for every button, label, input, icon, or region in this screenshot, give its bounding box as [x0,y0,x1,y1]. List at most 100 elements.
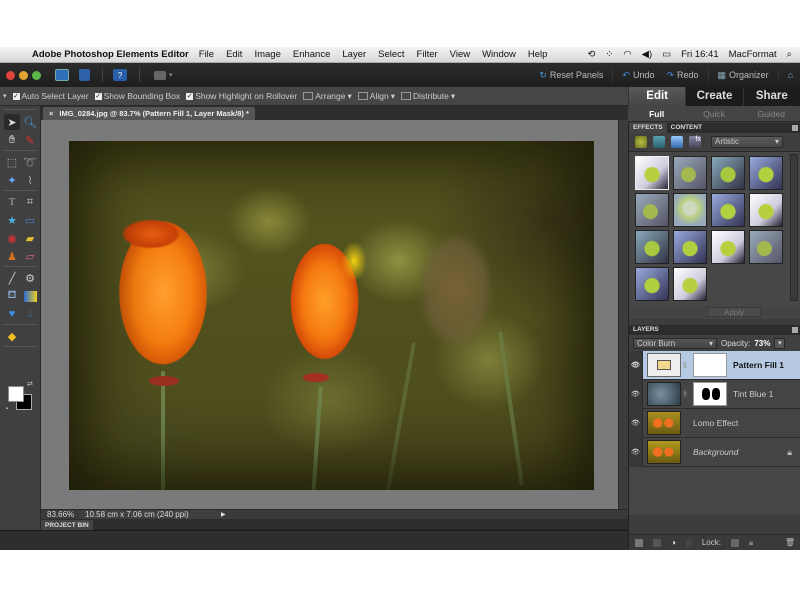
move-tool-icon[interactable]: ➤ [4,114,20,130]
app-menu[interactable]: Adobe Photoshop Elements Editor [32,49,189,60]
battery-icon[interactable]: ▭ [662,49,671,60]
clock[interactable]: Fri 16:41 [681,49,719,60]
wifi-icon[interactable]: ◠ [623,49,631,60]
menu-layer[interactable]: Layer [342,49,366,60]
adjustment-layer-icon[interactable]: ◑ [671,538,676,547]
align-dropdown[interactable]: Align ▾ [357,91,395,102]
filters-icon[interactable] [635,136,647,148]
tab-guided[interactable]: Guided [743,106,800,121]
apply-button[interactable]: Apply [707,307,761,317]
zoom-window-button[interactable] [32,70,41,80]
layer-mask-thumbnail[interactable] [693,382,727,406]
lock-all-icon[interactable]: 🔒︎ [749,538,753,548]
photo-image[interactable] [69,141,594,490]
redo-button[interactable]: ↷ Redo [663,70,701,81]
close-tab-icon[interactable]: × [49,107,53,120]
photo-effects-icon[interactable] [671,136,683,148]
effect-thumbnail[interactable] [711,193,745,227]
trash-icon[interactable]: 🗑︎ [785,538,795,547]
layer-mask-thumbnail[interactable] [693,353,727,377]
bluetooth-icon[interactable]: ⁘ [605,49,613,60]
menu-image[interactable]: Image [254,49,280,60]
zoom-level[interactable]: 83.66% [41,510,79,519]
effect-thumbnail[interactable] [673,230,707,264]
effects-scrollbar[interactable] [790,154,798,301]
time-machine-icon[interactable]: ⟲ [587,49,595,60]
search-icon[interactable]: ⌕ [787,49,792,60]
menu-window[interactable]: Window [482,49,516,60]
effects-category-select[interactable]: Artistic [711,136,783,148]
panel-menu-icon[interactable] [792,125,798,131]
menu-enhance[interactable]: Enhance [293,49,331,60]
smart-brush-tool-icon[interactable]: ⚙ [22,270,38,286]
healing-brush-tool-icon[interactable]: ▰ [22,230,38,246]
quick-selection-tool-icon[interactable]: ⌇ [22,172,38,188]
status-menu-arrow-icon[interactable]: ▶ [221,511,229,518]
lasso-tool-icon[interactable]: ➰ [22,154,38,170]
organizer-button[interactable]: ▦ Organizer [715,70,772,81]
volume-icon[interactable]: ◀) [642,49,652,60]
zoom-tool-icon[interactable]: 🔍︎ [22,114,38,130]
show-highlight-checkbox[interactable]: ✓ Show Highlight on Rollover [186,91,297,101]
menu-select[interactable]: Select [378,49,404,60]
auto-select-layer-checkbox[interactable]: ✓ Auto Select Layer [12,91,89,101]
save-icon[interactable] [79,69,90,81]
all-effects-icon[interactable]: fx [689,136,701,148]
tab-share[interactable]: Share [742,87,800,106]
marquee-tool-icon[interactable]: ⬚ [4,154,20,170]
eye-icon[interactable]: 👁︎ [629,437,643,467]
canvas-vertical-scrollbar[interactable] [618,120,628,509]
crop-tool-icon[interactable]: ⌗ [22,194,38,210]
canvas-area[interactable] [41,120,618,509]
undo-button[interactable]: ↶ Undo [619,70,657,81]
document-tab[interactable]: × IMG_0284.jpg @ 83.7% (Pattern Fill 1, … [43,107,255,120]
new-layer-icon[interactable] [635,538,643,547]
reset-panels-button[interactable]: ↻ Reset Panels [536,70,606,81]
tab-create[interactable]: Create [685,87,742,106]
brush-tool-icon[interactable]: ╱ [4,270,20,286]
effect-thumbnail[interactable] [635,156,669,190]
tab-edit[interactable]: Edit [628,87,686,106]
clone-stamp-tool-icon[interactable]: ♟ [4,248,20,264]
eye-icon[interactable]: 👁︎ [629,350,643,380]
layer-row[interactable]: 👁︎ § Tint Blue 1 [629,379,800,409]
magic-wand-tool-icon[interactable]: ✦ [4,172,20,188]
sponge-tool-icon[interactable]: ◆ [4,328,20,344]
effect-thumbnail[interactable] [749,230,783,264]
show-bounding-box-checkbox[interactable]: ✓ Show Bounding Box [94,91,180,101]
red-eye-tool-icon[interactable]: ◉ [4,230,20,246]
layer-row[interactable]: 👁︎ § Pattern Fill 1 [629,350,800,380]
effect-thumbnail[interactable] [711,156,745,190]
swap-colors-icon[interactable]: ⇄ [26,380,34,388]
menu-filter[interactable]: Filter [417,49,438,60]
effect-thumbnail[interactable] [749,156,783,190]
tab-quick[interactable]: Quick [685,106,742,121]
default-colors-icon[interactable]: ▪ [4,406,10,412]
effect-thumbnail[interactable] [673,156,707,190]
menu-edit[interactable]: Edit [226,49,242,60]
blend-mode-select[interactable]: Color Burn [633,337,717,349]
blur-tool-icon[interactable]: 💧︎ [22,306,38,322]
gradient-tool-icon[interactable] [22,288,38,304]
workspace-layout-icon[interactable] [154,70,166,80]
new-group-icon[interactable] [653,538,661,547]
tab-effects[interactable]: EFFECTS [629,123,667,133]
effect-thumbnail[interactable] [635,230,669,264]
new-file-icon[interactable] [55,69,69,81]
effect-thumbnail[interactable] [635,193,669,227]
arrange-dropdown[interactable]: Arrange ▾ [303,91,352,102]
effect-thumbnail[interactable] [711,230,745,264]
home-button[interactable]: ⌂ [785,70,796,80]
effect-thumbnail[interactable] [673,193,707,227]
layers-menu-icon[interactable] [792,327,798,333]
effect-thumbnail[interactable] [673,267,707,301]
menu-view[interactable]: View [450,49,470,60]
distribute-dropdown[interactable]: Distribute ▾ [400,91,455,102]
tab-full[interactable]: Full [628,106,685,121]
shape-tool-icon[interactable]: ♥ [4,306,20,322]
eye-icon[interactable]: 👁︎ [629,379,643,409]
help-icon[interactable]: ? [113,69,127,81]
close-window-button[interactable] [6,70,15,80]
menu-help[interactable]: Help [528,49,548,60]
effect-thumbnail[interactable] [635,267,669,301]
